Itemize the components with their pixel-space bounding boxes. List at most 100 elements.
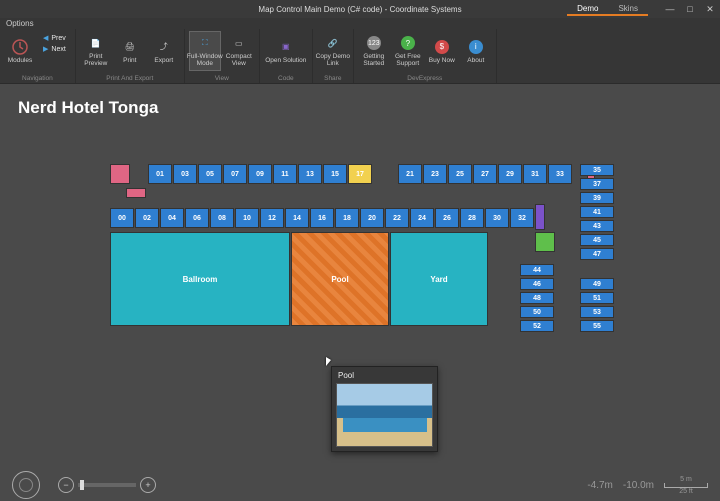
group-devexpress: DevExpress — [407, 75, 442, 83]
window-title: Map Control Main Demo (C# code) - Coordi… — [258, 5, 461, 14]
room-25[interactable]: 25 — [448, 164, 472, 184]
room-47[interactable]: 47 — [580, 248, 614, 260]
pan-control[interactable] — [12, 471, 40, 499]
open-solution-icon: ▣ — [278, 39, 294, 55]
print-preview-icon: 📄 — [88, 35, 104, 51]
room-41[interactable]: 41 — [580, 206, 614, 218]
room-23[interactable]: 23 — [423, 164, 447, 184]
cursor-icon — [326, 357, 331, 366]
support-icon: ? — [400, 35, 416, 51]
decor-room-a[interactable] — [110, 164, 130, 184]
decor-room-green[interactable] — [535, 232, 555, 252]
getting-started-icon: 123 — [366, 35, 382, 51]
title-bar: Map Control Main Demo (C# code) - Coordi… — [0, 0, 720, 18]
room-03[interactable]: 03 — [173, 164, 197, 184]
zoom-slider[interactable] — [78, 483, 136, 487]
print-icon: 🖨 — [122, 39, 138, 55]
room-43[interactable]: 43 — [580, 220, 614, 232]
about-button[interactable]: iAbout — [460, 31, 492, 71]
group-share: Share — [324, 75, 341, 83]
room-15[interactable]: 15 — [323, 164, 347, 184]
room-16[interactable]: 16 — [310, 208, 334, 228]
status-bar: − + -4.7m -10.0m 5 m 25 ft — [0, 469, 720, 501]
room-30[interactable]: 30 — [485, 208, 509, 228]
room-26[interactable]: 26 — [435, 208, 459, 228]
maximize-button[interactable]: □ — [680, 0, 700, 18]
minimize-button[interactable]: — — [660, 0, 680, 18]
room-12[interactable]: 12 — [260, 208, 284, 228]
room-02[interactable]: 02 — [135, 208, 159, 228]
room-17[interactable]: 17 — [348, 164, 372, 184]
room-06[interactable]: 06 — [185, 208, 209, 228]
area-ballroom[interactable]: Ballroom — [110, 232, 290, 326]
options-label[interactable]: Options — [0, 18, 720, 29]
room-04[interactable]: 04 — [160, 208, 184, 228]
tooltip: Pool — [331, 366, 438, 452]
room-27[interactable]: 27 — [473, 164, 497, 184]
tab-demo[interactable]: Demo — [567, 2, 608, 14]
room-35[interactable]: 35 — [580, 164, 614, 176]
room-18[interactable]: 18 — [335, 208, 359, 228]
room-48[interactable]: 48 — [520, 292, 554, 304]
room-08[interactable]: 08 — [210, 208, 234, 228]
map-canvas[interactable]: Nerd Hotel Tonga 01030507091113151721232… — [0, 84, 720, 501]
tab-skins[interactable]: Skins — [608, 2, 648, 14]
room-32[interactable]: 32 — [510, 208, 534, 228]
room-45[interactable]: 45 — [580, 234, 614, 246]
room-10[interactable]: 10 — [235, 208, 259, 228]
room-22[interactable]: 22 — [385, 208, 409, 228]
room-44[interactable]: 44 — [520, 264, 554, 276]
area-pool[interactable]: Pool — [291, 232, 389, 326]
room-39[interactable]: 39 — [580, 192, 614, 204]
room-31[interactable]: 31 — [523, 164, 547, 184]
room-52[interactable]: 52 — [520, 320, 554, 332]
room-29[interactable]: 29 — [498, 164, 522, 184]
room-55[interactable]: 55 — [580, 320, 614, 332]
prev-button[interactable]: ◀Prev — [40, 33, 69, 43]
compact-view-button[interactable]: ▭Compact View — [223, 31, 255, 71]
copy-link-button[interactable]: 🔗Copy Demo Link — [317, 31, 349, 71]
room-21[interactable]: 21 — [398, 164, 422, 184]
area-yard[interactable]: Yard — [390, 232, 488, 326]
room-05[interactable]: 05 — [198, 164, 222, 184]
get-support-button[interactable]: ?Get Free Support — [392, 31, 424, 71]
room-50[interactable]: 50 — [520, 306, 554, 318]
room-20[interactable]: 20 — [360, 208, 384, 228]
room-53[interactable]: 53 — [580, 306, 614, 318]
room-49[interactable]: 49 — [580, 278, 614, 290]
buy-now-button[interactable]: $Buy Now — [426, 31, 458, 71]
room-51[interactable]: 51 — [580, 292, 614, 304]
room-09[interactable]: 09 — [248, 164, 272, 184]
room-37[interactable]: 37 — [580, 178, 614, 190]
scale-bar: 5 m 25 ft — [664, 476, 708, 495]
zoom-out-button[interactable]: − — [58, 477, 74, 493]
next-button[interactable]: ▶Next — [40, 44, 69, 54]
room-46[interactable]: 46 — [520, 278, 554, 290]
getting-started-button[interactable]: 123Getting Started — [358, 31, 390, 71]
modules-label: Modules — [8, 57, 33, 64]
room-14[interactable]: 14 — [285, 208, 309, 228]
room-11[interactable]: 11 — [273, 164, 297, 184]
export-button[interactable]: ⤴Export — [148, 31, 180, 71]
print-button[interactable]: 🖨Print — [114, 31, 146, 71]
buy-icon: $ — [434, 39, 450, 55]
room-07[interactable]: 07 — [223, 164, 247, 184]
room-33[interactable]: 33 — [548, 164, 572, 184]
compact-view-icon: ▭ — [231, 35, 247, 51]
decor-room-purple[interactable] — [535, 204, 545, 230]
full-window-button[interactable]: ⛶Full-Window Mode — [189, 31, 221, 71]
coord-x: -4.7m — [587, 480, 613, 491]
room-01[interactable]: 01 — [148, 164, 172, 184]
room-24[interactable]: 24 — [410, 208, 434, 228]
about-icon: i — [468, 39, 484, 55]
page-title: Nerd Hotel Tonga — [18, 98, 158, 118]
decor-room-b[interactable] — [126, 188, 146, 198]
open-solution-button[interactable]: ▣Open Solution — [264, 31, 308, 71]
room-13[interactable]: 13 — [298, 164, 322, 184]
close-button[interactable]: ✕ — [700, 0, 720, 18]
print-preview-button[interactable]: 📄Print Preview — [80, 31, 112, 71]
room-28[interactable]: 28 — [460, 208, 484, 228]
modules-button[interactable]: Modules — [4, 31, 36, 71]
room-00[interactable]: 00 — [110, 208, 134, 228]
zoom-in-button[interactable]: + — [140, 477, 156, 493]
